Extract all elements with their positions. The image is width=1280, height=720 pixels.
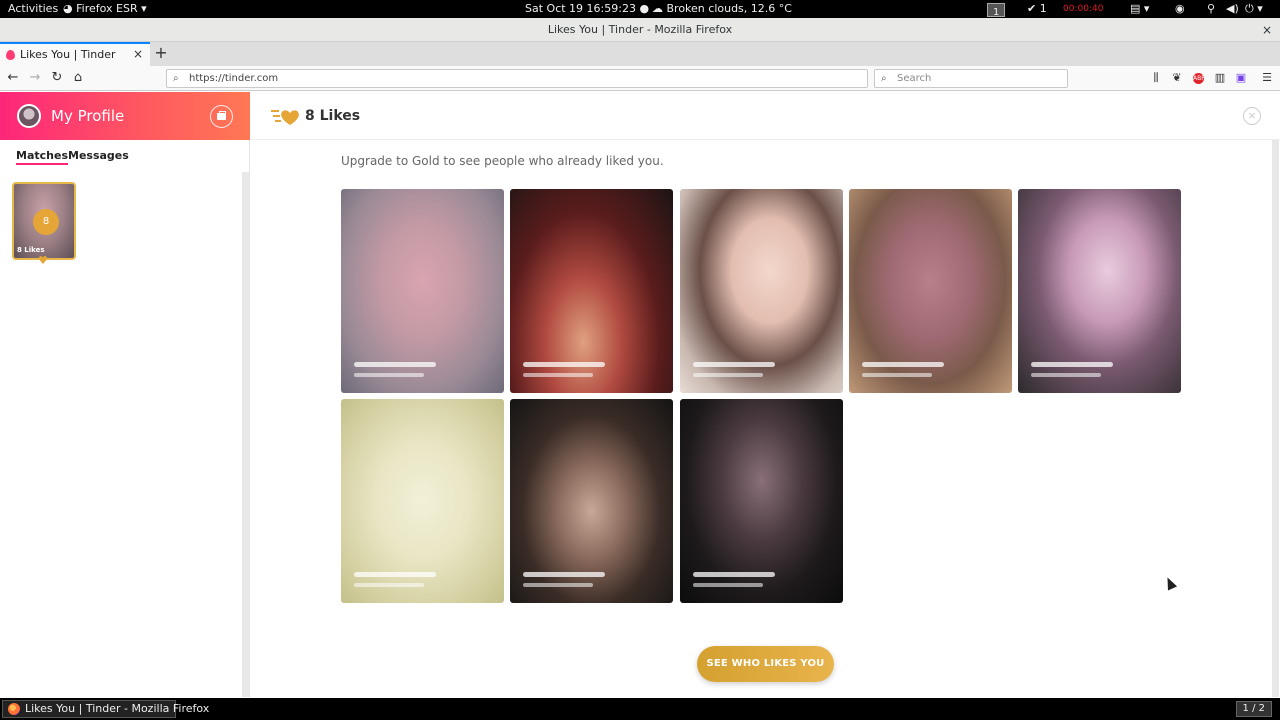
avatar[interactable] bbox=[17, 104, 41, 128]
window-title: Likes You | Tinder - Mozilla Firefox bbox=[547, 23, 733, 36]
forward-button[interactable]: → bbox=[26, 69, 44, 87]
placeholder-line bbox=[1031, 362, 1113, 367]
app-menu-label: Firefox ESR bbox=[76, 2, 138, 15]
new-tab-button[interactable]: + bbox=[152, 42, 170, 66]
tab-close-button[interactable]: × bbox=[133, 44, 143, 65]
like-card-4[interactable] bbox=[849, 189, 1012, 393]
power-icon[interactable]: ⏻ ▾ bbox=[1245, 0, 1263, 18]
tinder-flame-icon bbox=[6, 50, 15, 60]
placeholder-line bbox=[1031, 373, 1101, 377]
placeholder-line bbox=[523, 583, 593, 587]
reload-button[interactable]: ↻ bbox=[48, 69, 66, 87]
taskbar-window-label: Likes You | Tinder - Mozilla Firefox bbox=[25, 702, 210, 715]
url-text: https://tinder.com bbox=[189, 73, 279, 84]
gold-heart-icon: ♥ bbox=[38, 254, 48, 267]
likes-card-label: 8 Likes bbox=[17, 246, 45, 254]
hamburger-menu-icon[interactable]: ☰ bbox=[1259, 70, 1275, 86]
like-card-2[interactable] bbox=[510, 189, 673, 393]
placeholder-line bbox=[523, 373, 593, 377]
tab-messages[interactable]: Messages bbox=[68, 149, 129, 162]
tasks-indicator[interactable]: ✔ 1 bbox=[1027, 0, 1047, 18]
likes-grid bbox=[341, 189, 1183, 604]
home-button[interactable]: ⌂ bbox=[69, 69, 87, 87]
like-card-5[interactable] bbox=[1018, 189, 1181, 393]
like-card-8[interactable] bbox=[680, 399, 843, 603]
placeholder-line bbox=[693, 572, 775, 577]
placeholder-line bbox=[693, 362, 775, 367]
chevron-down-icon: ▾ bbox=[141, 2, 147, 15]
clipboard-icon[interactable]: ▤ ▾ bbox=[1130, 0, 1149, 18]
work-mode-button[interactable] bbox=[210, 105, 233, 128]
recording-timer[interactable]: 00:00:40 bbox=[1063, 0, 1103, 18]
search-input[interactable]: ⌕ Search bbox=[874, 69, 1068, 88]
volume-icon[interactable]: ◀) bbox=[1226, 0, 1239, 18]
tab-title: Likes You | Tinder bbox=[20, 48, 116, 61]
network-icon[interactable]: ⚲ bbox=[1207, 0, 1215, 18]
camera-icon[interactable]: ◉ bbox=[1175, 0, 1185, 18]
navigation-toolbar: ← → ↻ ⌂ ⌕ https://tinder.com ⌕ Search ⫼ … bbox=[0, 66, 1280, 91]
briefcase-icon bbox=[217, 111, 226, 120]
likes-count-badge: 8 bbox=[33, 209, 59, 235]
extension-icon-2[interactable]: ▣ bbox=[1233, 70, 1249, 86]
weather-indicator[interactable]: ☁ Broken clouds, 12.6 °C bbox=[652, 0, 792, 18]
back-button[interactable]: ← bbox=[4, 69, 22, 87]
page-title: 8 Likes bbox=[305, 108, 361, 124]
likes-header: 8 Likes × bbox=[251, 92, 1280, 140]
placeholder-line bbox=[862, 373, 932, 377]
placeholder-line bbox=[523, 362, 605, 367]
likes-you-card[interactable]: 8 8 Likes ♥ bbox=[12, 182, 76, 267]
close-button[interactable]: × bbox=[1243, 107, 1261, 125]
taskbar-window-item[interactable]: Likes You | Tinder - Mozilla Firefox bbox=[2, 700, 209, 718]
sidebar-scrollbar[interactable] bbox=[242, 172, 249, 697]
search-placeholder: Search bbox=[897, 73, 932, 84]
system-top-bar: Activities ◕ Firefox ESR ▾ Sat Oct 19 16… bbox=[0, 0, 1280, 18]
url-bar[interactable]: ⌕ https://tinder.com bbox=[166, 69, 868, 88]
profile-header[interactable]: My Profile bbox=[0, 92, 250, 140]
see-who-likes-you-button[interactable]: SEE WHO LIKES YOU bbox=[697, 646, 834, 682]
window-list-bar: Likes You | Tinder - Mozilla Firefox 1 /… bbox=[0, 698, 1280, 720]
like-card-7[interactable] bbox=[510, 399, 673, 603]
window-title-bar: Likes You | Tinder - Mozilla Firefox × bbox=[0, 18, 1280, 42]
like-card-3[interactable] bbox=[680, 189, 843, 393]
adblock-icon[interactable]: ABP bbox=[1193, 73, 1205, 84]
gold-heart-icon bbox=[271, 110, 299, 125]
clock[interactable]: Sat Oct 19 16:59:23 ● bbox=[525, 0, 649, 18]
likes-panel: 8 Likes × Upgrade to Gold to see people … bbox=[251, 92, 1280, 697]
placeholder-line bbox=[523, 572, 605, 577]
placeholder-line bbox=[354, 583, 424, 587]
upgrade-message: Upgrade to Gold to see people who alread… bbox=[341, 154, 664, 168]
firefox-icon bbox=[8, 703, 20, 715]
activities-button[interactable]: Activities bbox=[8, 0, 58, 18]
weather-label: Broken clouds, 12.6 °C bbox=[666, 2, 792, 15]
notification-dot-icon: ● bbox=[639, 2, 650, 15]
placeholder-line bbox=[354, 373, 424, 377]
window-close-button[interactable]: × bbox=[1262, 18, 1272, 42]
main-scrollbar[interactable] bbox=[1272, 140, 1279, 697]
sidebar-toggle-icon[interactable]: ▥ bbox=[1212, 70, 1228, 86]
firefox-icon: ◕ bbox=[63, 2, 73, 15]
placeholder-line bbox=[693, 583, 763, 587]
tab-tinder[interactable]: Likes You | Tinder × bbox=[0, 42, 150, 66]
search-icon: ⌕ bbox=[881, 73, 887, 84]
placeholder-line bbox=[693, 373, 763, 377]
workspace-indicator[interactable]: 1 bbox=[987, 3, 1006, 18]
workspace-pager[interactable]: 1 / 2 bbox=[1235, 701, 1272, 717]
profile-name[interactable]: My Profile bbox=[51, 92, 124, 140]
library-icon[interactable]: ⫼ bbox=[1148, 70, 1164, 86]
placeholder-line bbox=[354, 362, 436, 367]
clock-label: Sat Oct 19 16:59:23 bbox=[525, 2, 636, 15]
extension-icon[interactable]: ❦ bbox=[1169, 70, 1185, 86]
tab-strip: Likes You | Tinder × + bbox=[0, 42, 1280, 66]
cloud-icon: ☁ bbox=[652, 2, 663, 15]
placeholder-line bbox=[354, 572, 436, 577]
like-card-6[interactable] bbox=[341, 399, 504, 603]
search-icon: ⌕ bbox=[173, 73, 179, 84]
app-menu[interactable]: ◕ Firefox ESR ▾ bbox=[63, 0, 147, 18]
sidebar: My Profile Matches Messages 8 8 Likes ♥ bbox=[0, 92, 250, 697]
placeholder-line bbox=[862, 362, 944, 367]
like-card-1[interactable] bbox=[341, 189, 504, 393]
tab-matches[interactable]: Matches bbox=[16, 149, 68, 165]
